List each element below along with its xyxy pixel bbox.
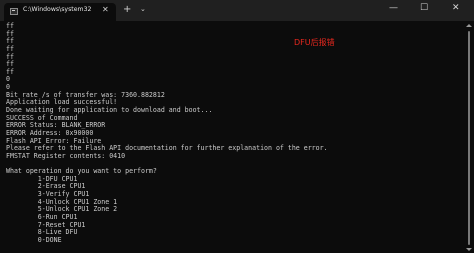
tab-title: C:\Windows\system32\cmd.e (23, 6, 91, 13)
console-line: ff (6, 22, 14, 30)
console-line: ff (6, 37, 14, 46)
console-line: ff (6, 44, 14, 53)
minimize-button[interactable]: — (389, 3, 398, 13)
console-line: ff (6, 52, 14, 61)
new-tab-button[interactable]: + (123, 4, 131, 15)
console-line: ff (6, 29, 14, 38)
scroll-up-icon[interactable] (466, 24, 472, 27)
scroll-down-icon[interactable] (466, 248, 472, 251)
console-output[interactable]: ff ff ff ff ff ff ff 0 0 Bit rate /s of transfer … (6, 22, 458, 245)
title-bar: C:\Windows\system32\cmd.e ✕ + ⌄ — ☐ ✕ (0, 0, 474, 21)
tab-close-icon[interactable]: ✕ (102, 5, 109, 14)
scroll-thumb[interactable] (468, 31, 470, 245)
cmd-icon (10, 8, 18, 15)
console-line: ff (6, 60, 14, 69)
error-annotation: DFU后报错 (294, 38, 335, 47)
maximize-button[interactable]: ☐ (420, 3, 428, 13)
terminal-window: C:\Windows\system32\cmd.e ✕ + ⌄ — ☐ ✕ ff… (0, 0, 474, 253)
vertical-scrollbar[interactable] (466, 22, 472, 253)
console-line: ff (6, 67, 14, 76)
chevron-down-icon[interactable]: ⌄ (140, 5, 146, 13)
close-button[interactable]: ✕ (452, 3, 460, 13)
console-line: 0 (6, 75, 10, 84)
console-line: FMSTAT Register contents: 0410 (6, 151, 126, 160)
terminal-tab[interactable]: C:\Windows\system32\cmd.e ✕ (4, 3, 116, 21)
console-line: 0-DONE (6, 235, 62, 244)
console-line: 8-Live DFU (6, 228, 78, 237)
